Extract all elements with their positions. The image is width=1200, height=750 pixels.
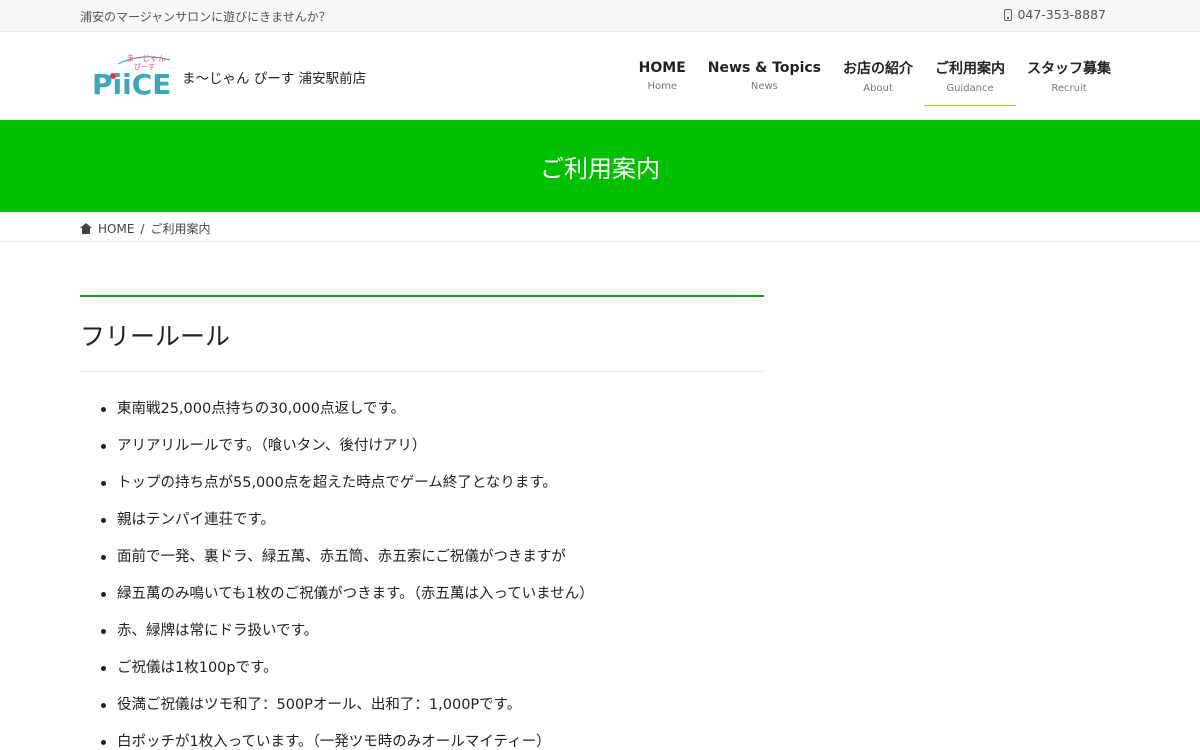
nav-sublabel: Home <box>647 81 677 92</box>
nav-label: お店の紹介 <box>843 61 913 77</box>
site-logo[interactable]: まーじゃん ぴーす PiiCE <box>90 50 174 98</box>
list-item: 緑五萬のみ鳴いても1枚のご祝儀がつきます。（赤五萬は入っていません） <box>80 584 764 621</box>
phone-number: 047-353-8887 <box>1017 7 1106 22</box>
site-header: まーじゃん ぴーす PiiCE ま〜じゃん ぴーす 浦安駅前店 HOME Hom… <box>0 32 1200 120</box>
nav-sublabel: Guidance <box>946 83 994 94</box>
nav-label: News & Topics <box>707 60 821 76</box>
page-title: ご利用案内 <box>540 154 660 183</box>
list-item: アリアリルールです。（喰いタン、後付けアリ） <box>80 436 764 473</box>
list-item: 赤、緑牌は常にドラ扱いです。 <box>80 621 764 658</box>
list-item: 東南戦25,000点持ちの30,000点返しです。 <box>80 399 764 436</box>
global-nav: HOME Home News & Topics News お店の紹介 About… <box>628 32 1122 120</box>
breadcrumb-separator: / <box>140 221 145 236</box>
mobile-phone-icon <box>1004 8 1013 21</box>
site-name[interactable]: ま〜じゃん ぴーす 浦安駅前店 <box>182 67 366 87</box>
logo-main-text: PiiCE <box>92 68 171 98</box>
list-item: 白ポッチが1枚入っています。（一発ツモ時のみオールマイティー） <box>80 732 764 750</box>
section-title: フリールール <box>80 295 764 372</box>
nav-item-recruit[interactable]: スタッフ募集 Recruit <box>1016 32 1122 120</box>
nav-item-guidance[interactable]: ご利用案内 Guidance <box>924 32 1016 120</box>
nav-item-home[interactable]: HOME Home <box>628 32 697 120</box>
top-tagline: 浦安のマージャンサロンに遊びにきませんか？ <box>80 10 331 24</box>
main-content: フリールール 東南戦25,000点持ちの30,000点返しです。 アリアリルール… <box>80 295 764 750</box>
top-bar: 浦安のマージャンサロンに遊びにきませんか？ 047-353-8887 <box>0 0 1200 32</box>
nav-sublabel: News <box>750 81 778 92</box>
list-item: 親はテンパイ連荘です。 <box>80 510 764 547</box>
list-item: ご祝儀は1枚100pです。 <box>80 658 764 695</box>
breadcrumb-home-link[interactable]: HOME <box>98 222 134 236</box>
nav-label: HOME <box>638 60 686 76</box>
nav-label: ご利用案内 <box>935 61 1005 77</box>
nav-item-news[interactable]: News & Topics News <box>697 32 832 120</box>
home-icon <box>80 223 92 234</box>
rules-list: 東南戦25,000点持ちの30,000点返しです。 アリアリルールです。（喰いタ… <box>80 399 764 750</box>
page-hero: ご利用案内 <box>0 120 1200 212</box>
phone-link[interactable]: 047-353-8887 <box>1004 7 1106 22</box>
breadcrumb-current: ご利用案内 <box>150 222 211 236</box>
nav-label: スタッフ募集 <box>1027 61 1111 77</box>
nav-item-about[interactable]: お店の紹介 About <box>832 32 924 120</box>
breadcrumb: HOME / ご利用案内 <box>0 212 1200 242</box>
logo-red-dot-icon <box>110 73 116 79</box>
list-item: 役満ご祝儀はツモ和了：500Pオール、出和了：1,000Pです。 <box>80 695 764 732</box>
list-item: トップの持ち点が55,000点を超えた時点でゲーム終了となります。 <box>80 473 764 510</box>
nav-sublabel: About <box>863 83 893 94</box>
list-item: 面前で一発、裏ドラ、緑五萬、赤五筒、赤五索にご祝儀がつきますが <box>80 547 764 584</box>
nav-sublabel: Recruit <box>1051 83 1087 94</box>
logo-small-text: まーじゃん <box>126 54 166 63</box>
